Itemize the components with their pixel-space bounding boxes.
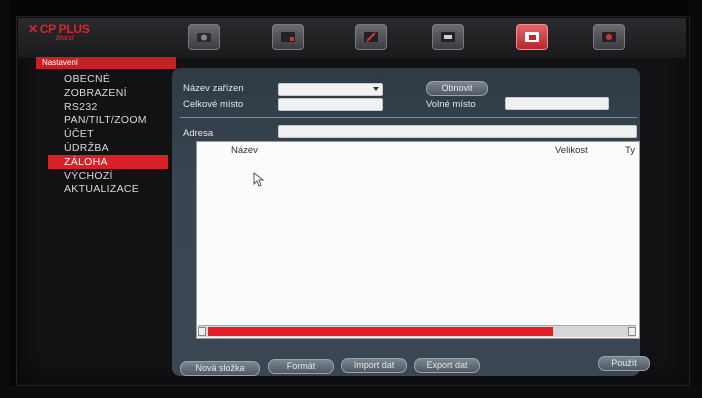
backup-icon <box>525 32 539 42</box>
column-header-size[interactable]: Velikost <box>555 145 588 156</box>
sidebar-item-zaloha[interactable]: ZÁLOHA <box>48 154 168 169</box>
scroll-right-arrow-icon[interactable] <box>628 327 636 336</box>
video-icon <box>281 32 295 42</box>
sidebar-item-zobrazeni[interactable]: ZOBRAZENÍ <box>48 86 168 100</box>
chevron-down-icon <box>373 87 379 91</box>
camera-icon <box>197 33 211 42</box>
total-space-label: Celkové místo <box>183 99 244 110</box>
sidebar-item-obecne[interactable]: OBECNÉ <box>48 72 168 86</box>
address-field[interactable] <box>278 125 637 138</box>
brand-tagline: Brand <box>56 35 74 42</box>
mouse-cursor-icon <box>253 172 265 187</box>
horizontal-scrollbar[interactable] <box>198 325 636 337</box>
total-space-field <box>278 98 383 111</box>
toolbar-camera-button[interactable] <box>188 24 220 50</box>
toolbar-disk-button[interactable] <box>432 24 464 50</box>
settings-sidebar: OBECNÉ ZOBRAZENÍ RS232 PAN/TILT/ZOOM ÚČE… <box>48 72 168 196</box>
scroll-left-arrow-icon[interactable] <box>198 327 206 336</box>
toolbar-info-button[interactable] <box>593 24 625 50</box>
address-label: Adresa <box>183 128 214 139</box>
sidebar-item-aktualizace[interactable]: AKTUALIZACE <box>48 182 168 196</box>
apply-button[interactable]: Použít <box>598 356 650 371</box>
monitor-bezel-right <box>688 0 702 398</box>
format-button[interactable]: Formát <box>268 359 334 374</box>
sidebar-item-rs232[interactable]: RS232 <box>48 100 168 114</box>
info-icon <box>602 32 616 42</box>
monitor-bezel-bottom <box>0 386 702 398</box>
disk-icon <box>441 32 455 42</box>
toolbar-backup-button[interactable] <box>516 24 548 50</box>
brand-logo: ✕ CP PLUS Brand <box>28 22 148 52</box>
free-space-field <box>505 97 609 110</box>
new-folder-button[interactable]: Nová složka <box>180 361 260 376</box>
column-header-type[interactable]: Ty <box>625 145 635 156</box>
sidebar-item-ucet[interactable]: ÚČET <box>48 127 168 141</box>
monitor-bezel-left <box>0 0 10 398</box>
brand-mark-icon: ✕ <box>28 22 38 36</box>
toolbar-tools-button[interactable] <box>355 24 387 50</box>
section-divider <box>180 117 637 118</box>
refresh-button[interactable]: Obnovit <box>426 81 488 96</box>
sidebar-item-pan-tilt-zoom[interactable]: PAN/TILT/ZOOM <box>48 113 168 127</box>
column-header-name[interactable]: Název <box>231 145 258 156</box>
sidebar-item-vychozi[interactable]: VÝCHOZÍ <box>48 169 168 183</box>
file-list[interactable]: Název Velikost Ty <box>196 141 640 339</box>
device-name-select[interactable] <box>278 83 383 96</box>
free-space-label: Volné místo <box>426 99 476 110</box>
export-button[interactable]: Export dat <box>414 358 480 373</box>
import-button[interactable]: Import dat <box>341 358 407 373</box>
device-name-label: Název zařízen <box>183 83 244 94</box>
brand-name: CP PLUS <box>39 22 90 36</box>
breadcrumb: Nastavení <box>36 57 176 69</box>
sidebar-item-udrzba[interactable]: ÚDRŽBA <box>48 141 168 155</box>
toolbar-video-button[interactable] <box>272 24 304 50</box>
tools-icon <box>364 32 378 42</box>
scrollbar-thumb[interactable] <box>208 327 553 336</box>
